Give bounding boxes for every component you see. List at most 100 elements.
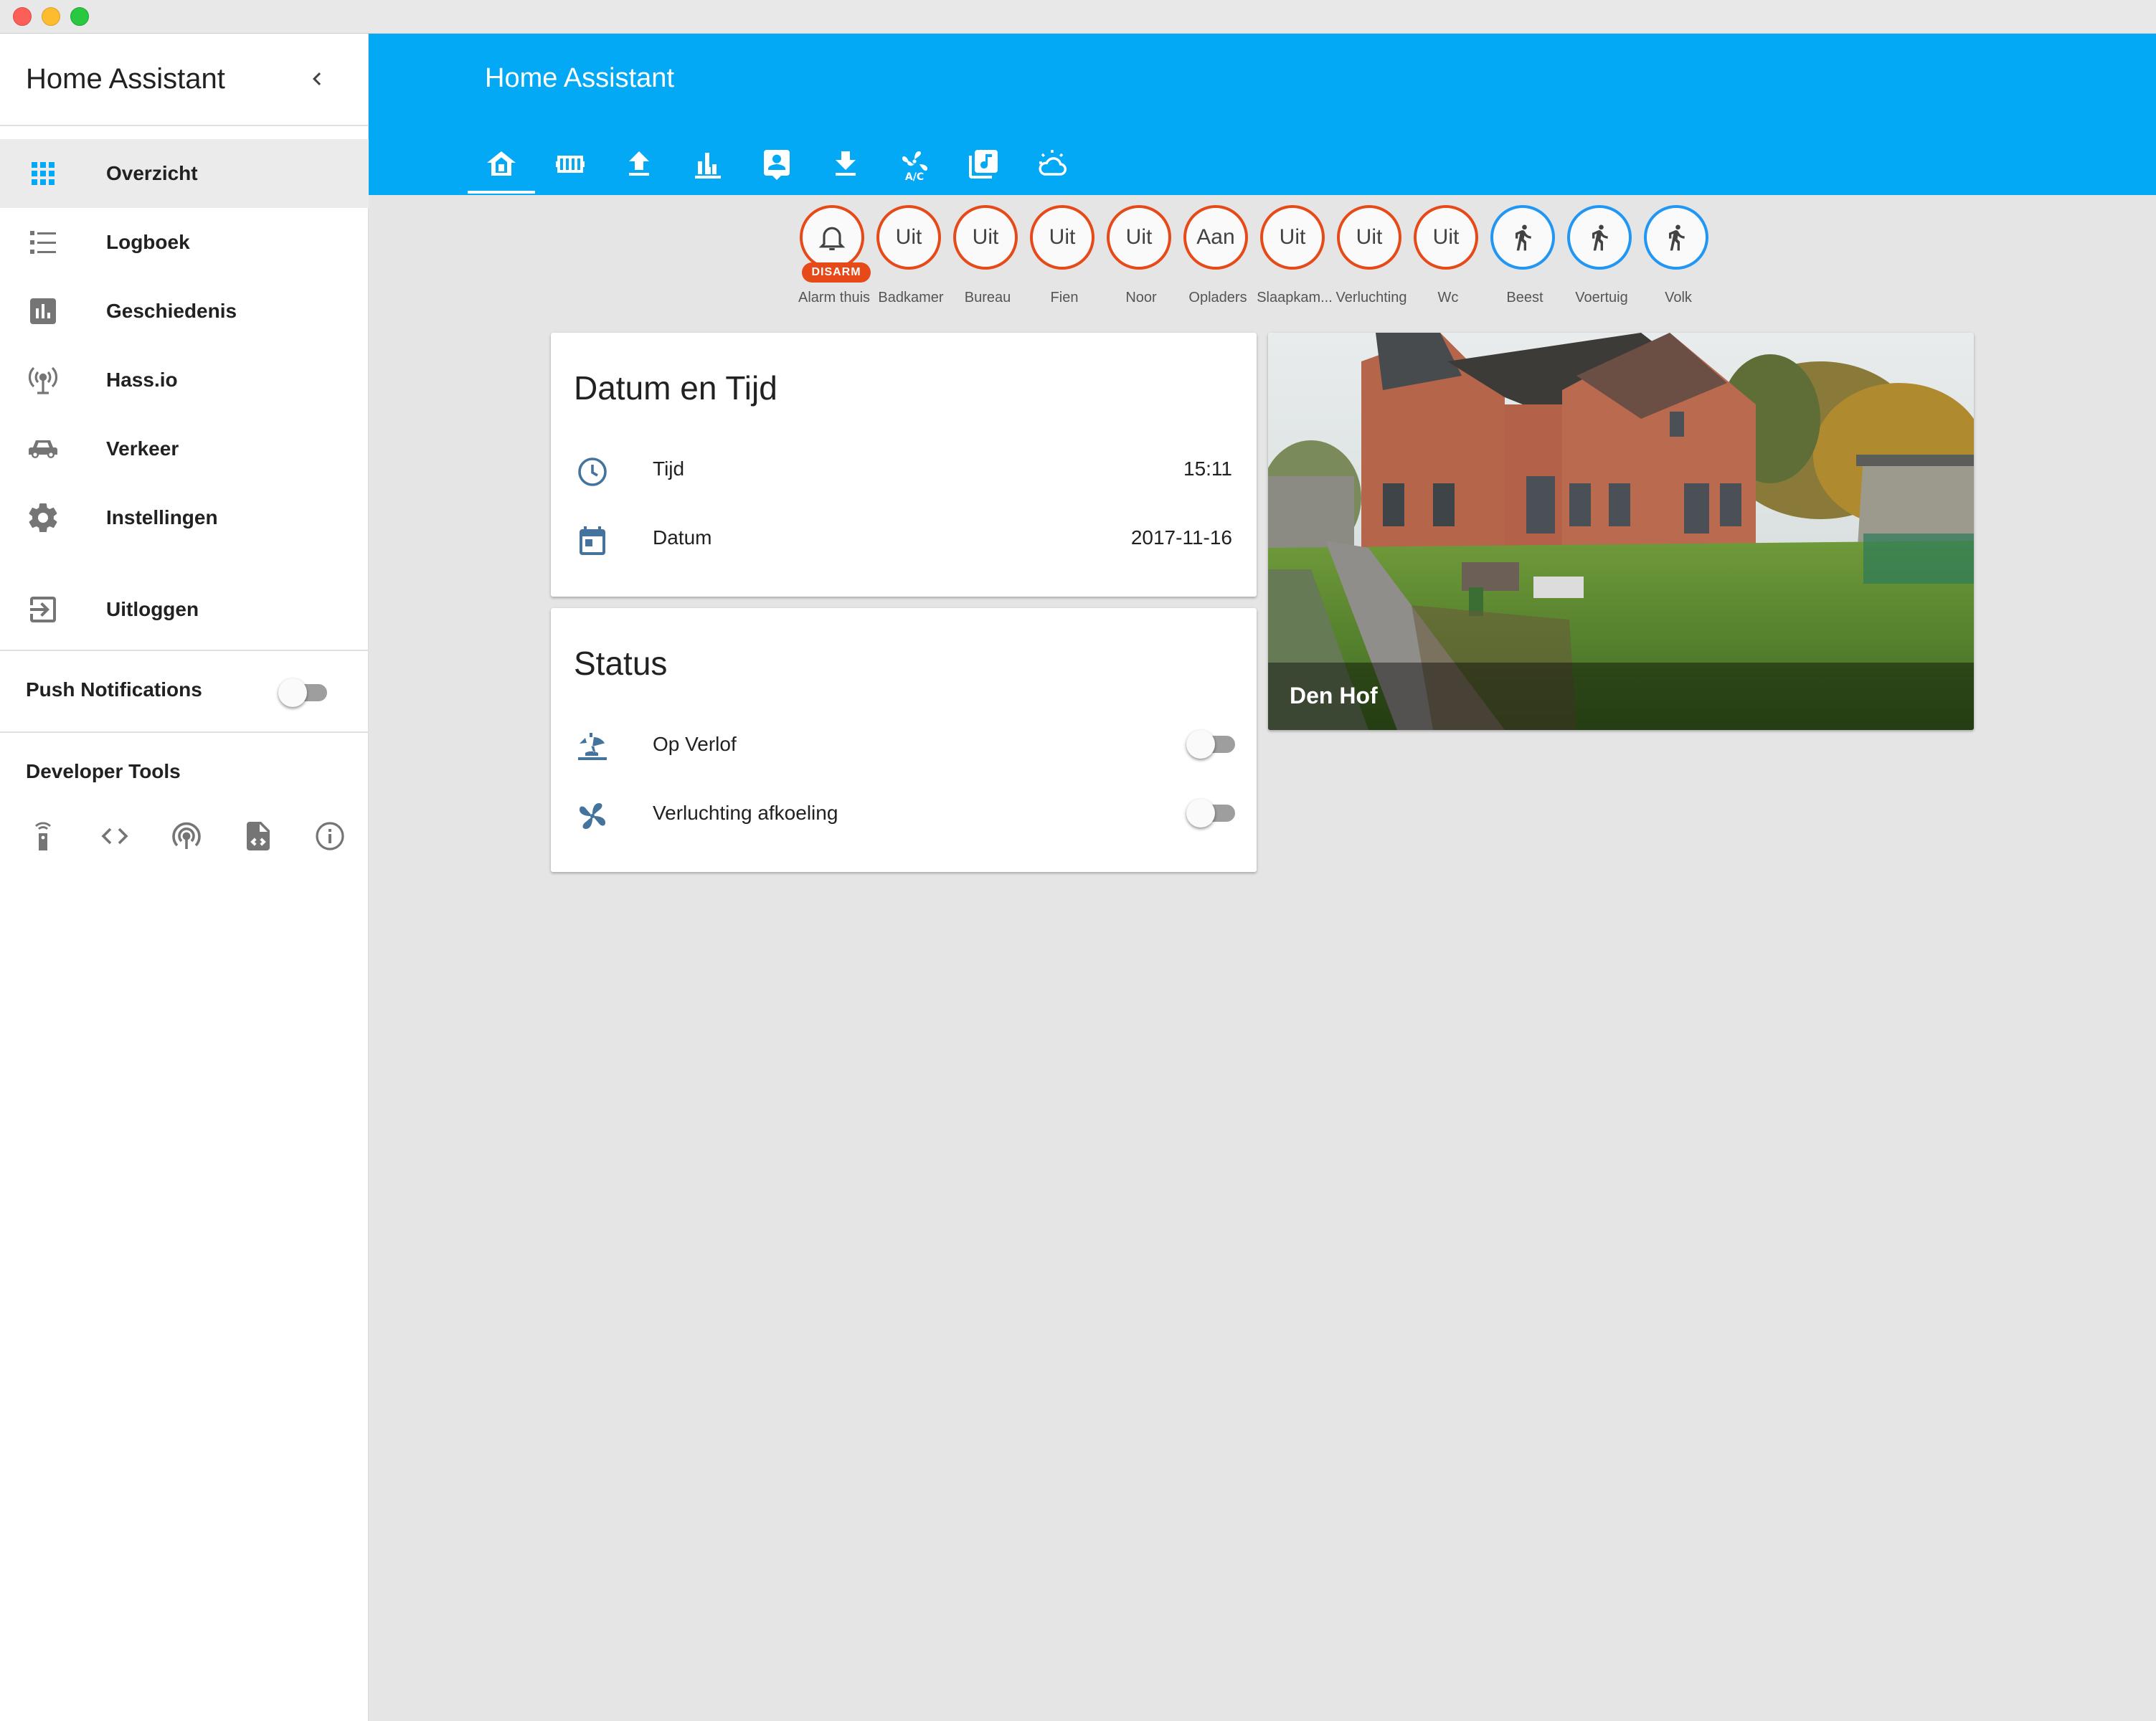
sidebar-item-geschiedenis[interactable]: Geschiedenis	[0, 277, 369, 346]
window-maximize-button[interactable]	[70, 7, 89, 26]
bar-chart-icon	[695, 153, 721, 179]
collapse-sidebar-button[interactable]	[300, 62, 334, 96]
calendar-icon	[580, 526, 605, 555]
alarm-state-tag: DISARM	[802, 262, 871, 283]
tab-weather[interactable]	[1018, 133, 1086, 195]
op-verlof-toggle[interactable]	[1186, 724, 1238, 759]
info-icon[interactable]	[313, 819, 347, 853]
sidebar-item-hassio[interactable]: Hass.io	[0, 346, 369, 414]
window-close-button[interactable]	[13, 7, 32, 26]
tab-home[interactable]	[468, 133, 535, 195]
row-label: Tijd	[653, 457, 685, 480]
file-code-icon[interactable]	[241, 819, 275, 853]
badge-circle	[1490, 205, 1555, 270]
beach-icon	[578, 733, 607, 760]
page-title: Home Assistant	[485, 63, 674, 93]
row-label: Op Verlof	[653, 733, 737, 755]
logout-icon	[30, 597, 56, 622]
clock-icon	[578, 457, 607, 486]
sidebar-item-verkeer[interactable]: Verkeer	[0, 414, 369, 483]
push-notifications-label: Push Notifications	[26, 678, 202, 701]
sidebar-item-logboek[interactable]: Logboek	[0, 208, 369, 277]
sidebar-item-label: Hass.io	[106, 369, 178, 391]
walk-icon	[1592, 224, 1608, 251]
sidebar-item-label: Geschiedenis	[106, 300, 237, 322]
sidebar-divider	[0, 650, 369, 651]
svg-text:A/C: A/C	[905, 171, 924, 181]
badge-circle	[1567, 205, 1632, 270]
gear-icon	[29, 503, 57, 533]
window-minimize-button[interactable]	[42, 7, 60, 26]
badge-label: Volk	[1665, 290, 1692, 305]
row-label: Verluchting afkoeling	[653, 802, 838, 824]
sidebar-item-instellingen[interactable]: Instellingen	[0, 483, 369, 552]
home-icon	[487, 151, 516, 176]
code-icon[interactable]	[98, 819, 132, 853]
card-title: Datum en Tijd	[574, 369, 777, 407]
badge-value: Uit	[1107, 205, 1171, 270]
time-value: 15:11	[1183, 457, 1232, 480]
fan-icon	[580, 803, 605, 829]
tab-climate[interactable]	[536, 133, 604, 195]
sidebar-item-label: Logboek	[106, 231, 190, 253]
row-label: Datum	[653, 526, 712, 549]
verluchting-afkoeling-toggle[interactable]	[1186, 793, 1238, 828]
app-header: Home Assistant A/C	[369, 33, 2156, 195]
sidebar-header: Home Assistant	[0, 33, 369, 126]
sidebar-item-overzicht[interactable]: Overzicht	[0, 139, 369, 208]
contact-icon	[764, 150, 790, 180]
push-notifications-toggle[interactable]	[278, 673, 330, 707]
walk-icon	[1516, 224, 1531, 251]
badge-value: Uit	[1260, 205, 1325, 270]
datetime-card: Datum en Tijd Tijd 15:11 Datum 2017-11-1…	[551, 333, 1257, 597]
toggle-thumb	[1186, 730, 1215, 759]
window-titlebar	[0, 0, 2156, 34]
tab-airco[interactable]: A/C	[881, 133, 948, 195]
radiator-icon	[556, 156, 585, 173]
remote-icon[interactable]	[26, 819, 60, 853]
broadcast-icon[interactable]	[169, 819, 204, 853]
camera-card[interactable]: Den Hof	[1268, 333, 1974, 730]
badge-circle	[1644, 205, 1708, 270]
grid-icon	[32, 162, 55, 185]
antenna-icon	[28, 366, 58, 394]
badge-value: Uit	[1337, 205, 1401, 270]
car-icon	[29, 440, 57, 458]
sidebar-item-label: Verkeer	[106, 437, 179, 460]
sidebar-item-label: Uitloggen	[106, 598, 199, 620]
chart-icon	[30, 298, 56, 324]
download-icon	[836, 151, 856, 176]
tab-statistics[interactable]	[674, 133, 742, 195]
tab-upload[interactable]	[605, 133, 673, 195]
active-tab-indicator	[468, 191, 535, 194]
sidebar-title: Home Assistant	[26, 63, 225, 95]
badge-value: Aan	[1183, 205, 1248, 270]
card-title: Status	[574, 645, 668, 682]
status-card: Status Op Verlof Verluchting afkoeling	[551, 608, 1257, 872]
tab-people[interactable]	[743, 133, 810, 195]
sidebar-item-uitloggen[interactable]: Uitloggen	[0, 575, 369, 644]
sidebar-item-label: Overzicht	[106, 162, 198, 184]
sidebar-item-label: Instellingen	[106, 506, 218, 528]
walk-icon	[1669, 224, 1685, 251]
music-library-icon	[969, 150, 998, 179]
date-value: 2017-11-16	[1130, 526, 1232, 549]
badge-circle	[800, 205, 864, 270]
list-icon	[30, 231, 56, 254]
sidebar-divider	[0, 731, 369, 733]
badge-value: Uit	[953, 205, 1018, 270]
weather-icon	[1039, 150, 1067, 176]
sidebar: Home Assistant Overzicht Logboek Geschie…	[0, 33, 369, 1721]
toggle-thumb	[1186, 799, 1215, 828]
tab-media[interactable]	[950, 133, 1017, 195]
chevron-left-icon	[313, 72, 321, 85]
fan-ac-icon: A/C	[902, 151, 927, 181]
badge-value: Uit	[876, 205, 941, 270]
toggle-thumb	[278, 678, 307, 707]
developer-tools-label: Developer Tools	[26, 760, 181, 782]
tab-download[interactable]	[812, 133, 879, 195]
bell-icon	[818, 227, 846, 251]
camera-name: Den Hof	[1290, 683, 1378, 708]
upload-icon	[629, 151, 649, 176]
badge-value: Uit	[1414, 205, 1478, 270]
